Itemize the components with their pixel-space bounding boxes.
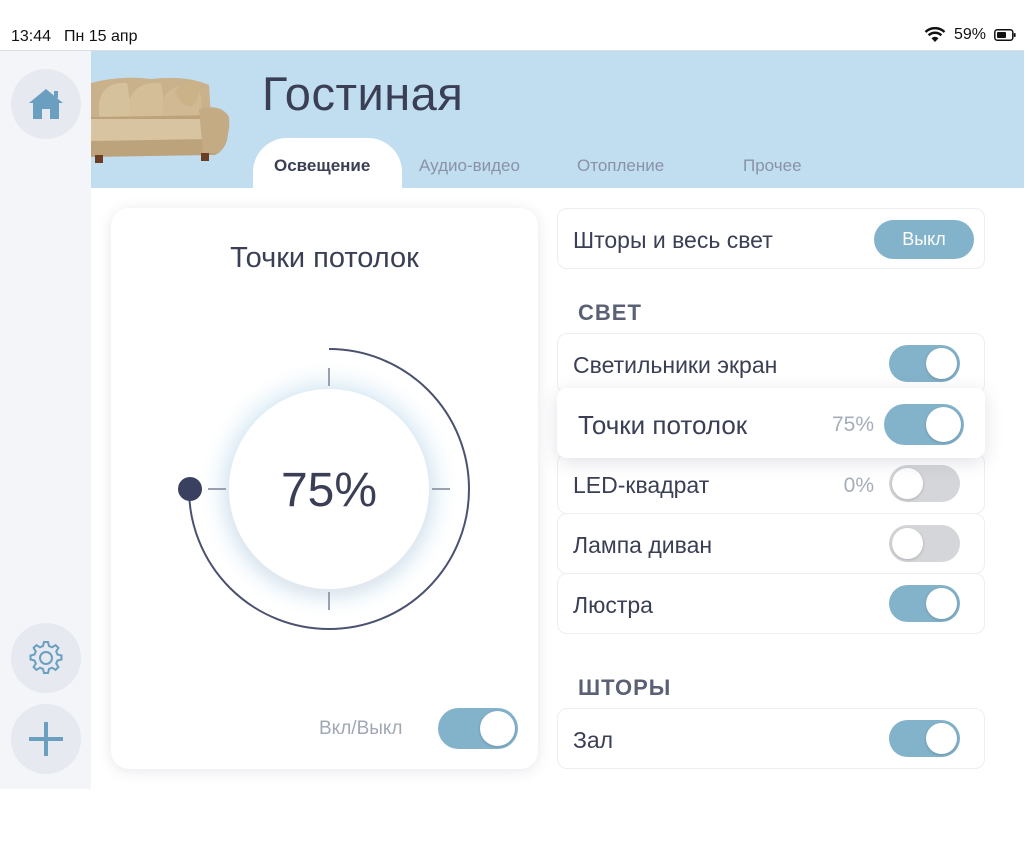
sofa-image [91, 77, 230, 163]
tab-lighting[interactable]: Освещение [274, 156, 370, 176]
light-row-led-square[interactable]: LED-квадрат 0% [557, 453, 985, 514]
all-lights-row: Шторы и весь свет Выкл [557, 208, 985, 269]
light-toggle-ceiling-spots[interactable] [884, 404, 964, 445]
dimmer-card: Точки потолок 75% Вкл/Выкл [111, 208, 538, 769]
room-header: Гостиная Освещение Аудио-видео Отопление… [91, 51, 1024, 188]
light-row-ceiling-spots[interactable]: Точки потолок 75% [557, 388, 985, 458]
light-label: Точки потолок [578, 410, 748, 440]
toggle-knob [926, 723, 957, 754]
curtains-section-title: ШТОРЫ [578, 675, 672, 700]
light-label: Лампа диван [573, 532, 713, 558]
home-button[interactable] [11, 69, 81, 139]
toggle-knob [926, 588, 957, 619]
toggle-knob [926, 407, 961, 442]
status-date: Пн 15 апр [64, 28, 138, 45]
dimmer-dial[interactable] [111, 208, 538, 678]
lights-section-title: СВЕТ [578, 300, 642, 325]
light-toggle-led-square[interactable] [889, 465, 960, 502]
sidebar [0, 51, 91, 789]
dimmer-toggle[interactable] [438, 708, 518, 749]
dimmer-value: 75% [280, 464, 378, 517]
room-title: Гостиная [262, 67, 464, 120]
light-toggle-chandelier[interactable] [889, 585, 960, 622]
battery-percent: 59% [953, 26, 986, 43]
light-row-sofa-lamp[interactable]: Лампа диван [557, 513, 985, 574]
light-toggle-screen-lamps[interactable] [889, 345, 960, 382]
light-percent: 0% [843, 474, 874, 497]
home-icon [29, 89, 63, 119]
gear-icon [29, 641, 63, 674]
tab-other[interactable]: Прочее [743, 156, 802, 176]
dial-handle[interactable] [178, 477, 202, 501]
toggle-knob [480, 711, 515, 746]
add-button[interactable] [11, 704, 81, 774]
toggle-knob [926, 348, 957, 379]
settings-button[interactable] [11, 623, 81, 693]
onoff-label: Вкл/Выкл [319, 718, 403, 739]
light-label: Светильники экран [573, 352, 778, 378]
status-right: 59% [924, 26, 1016, 44]
plus-icon [29, 722, 63, 756]
toggle-knob [892, 468, 923, 499]
light-percent: 75% [831, 413, 874, 436]
status-bar: 13:44 Пн 15 апр 59% [0, 0, 1036, 50]
light-toggle-sofa-lamp[interactable] [889, 525, 960, 562]
light-label: Люстра [573, 592, 653, 618]
battery-icon [994, 29, 1016, 41]
curtain-toggle-hall[interactable] [889, 720, 960, 757]
light-row-screen-lamps[interactable]: Светильники экран [557, 333, 985, 394]
curtain-label: Зал [573, 727, 614, 753]
light-row-chandelier[interactable]: Люстра [557, 573, 985, 634]
status-time: 13:44 [11, 28, 52, 45]
all-lights-label: Шторы и весь свет [573, 227, 773, 253]
wifi-icon [924, 27, 946, 42]
all-off-button[interactable]: Выкл [874, 220, 974, 259]
tab-audio-video[interactable]: Аудио-видео [419, 156, 520, 176]
light-label: LED-квадрат [573, 472, 710, 498]
curtain-row-hall[interactable]: Зал [557, 708, 985, 769]
tab-heating[interactable]: Отопление [577, 156, 664, 176]
toggle-knob [892, 528, 923, 559]
